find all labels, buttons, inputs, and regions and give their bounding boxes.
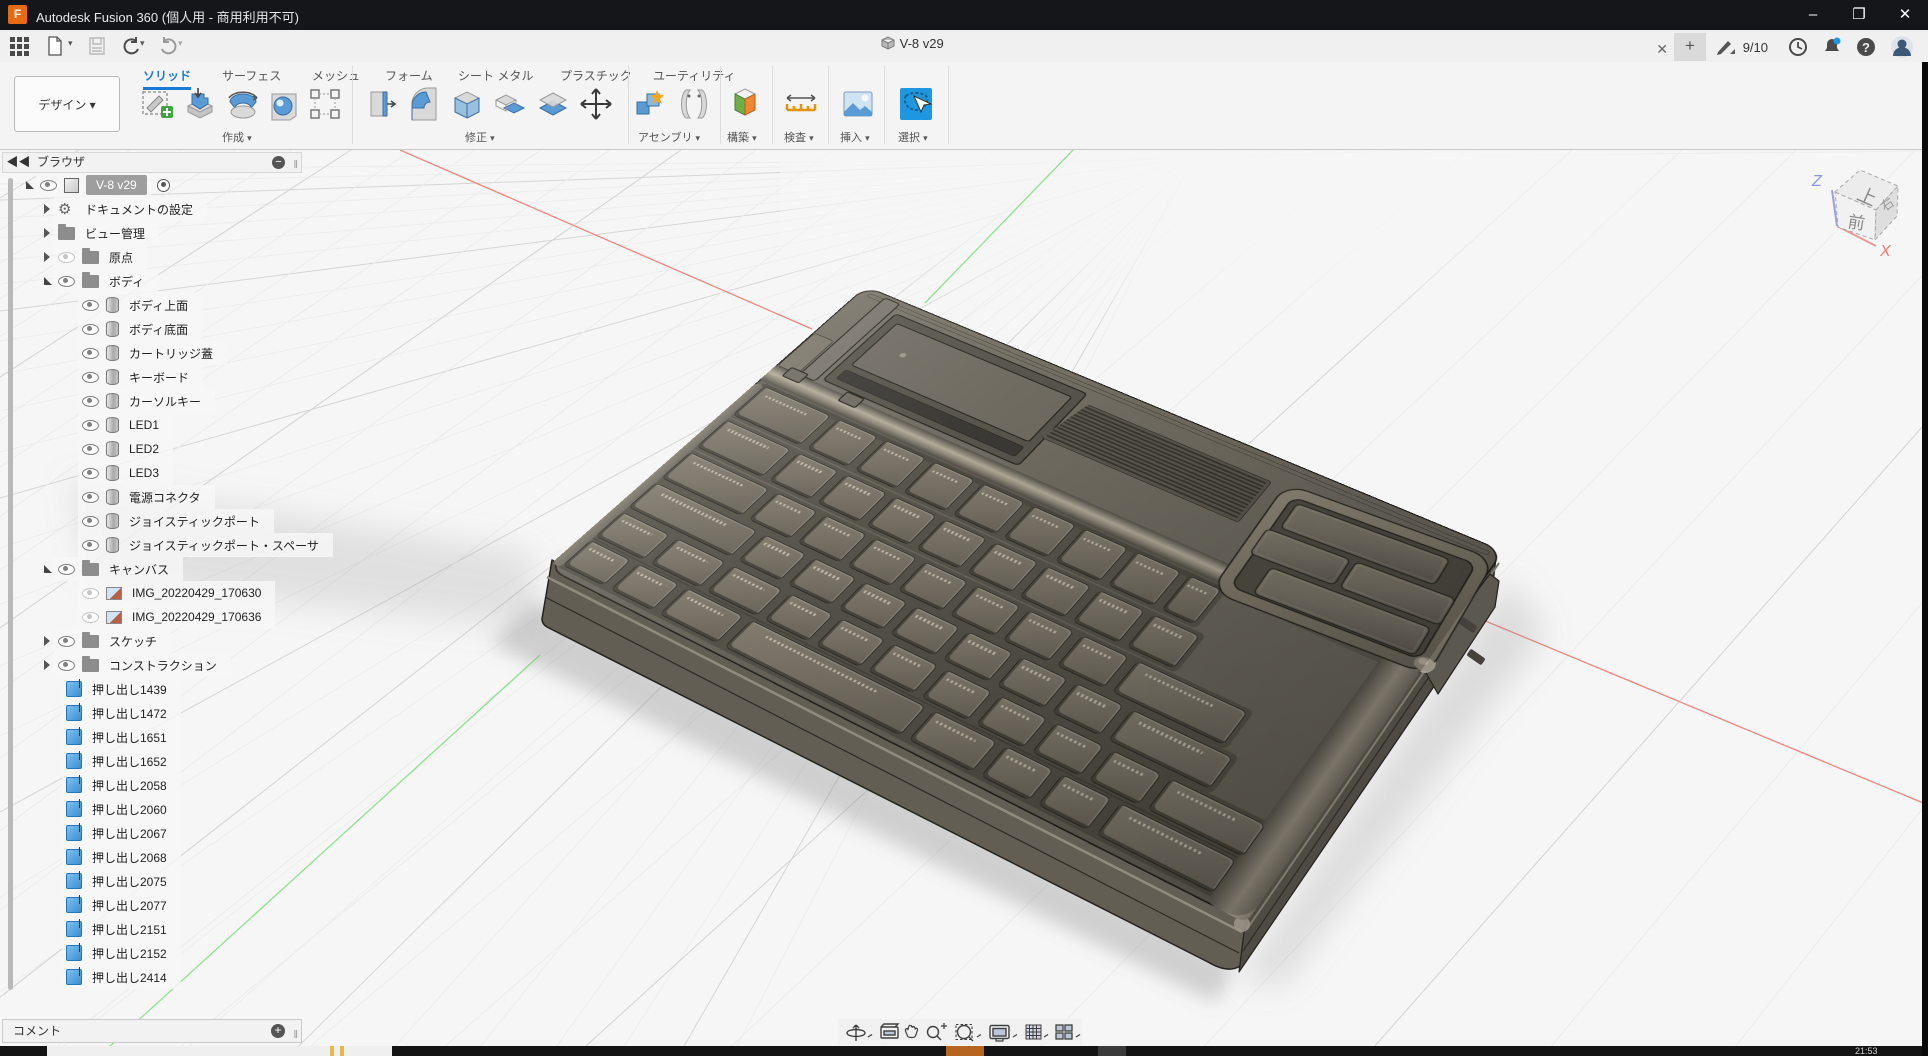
- svg-text:X: X: [1879, 243, 1892, 260]
- svg-text:Z: Z: [1811, 173, 1823, 190]
- svg-text:?: ?: [1862, 40, 1870, 55]
- svg-text:前: 前: [1847, 212, 1867, 233]
